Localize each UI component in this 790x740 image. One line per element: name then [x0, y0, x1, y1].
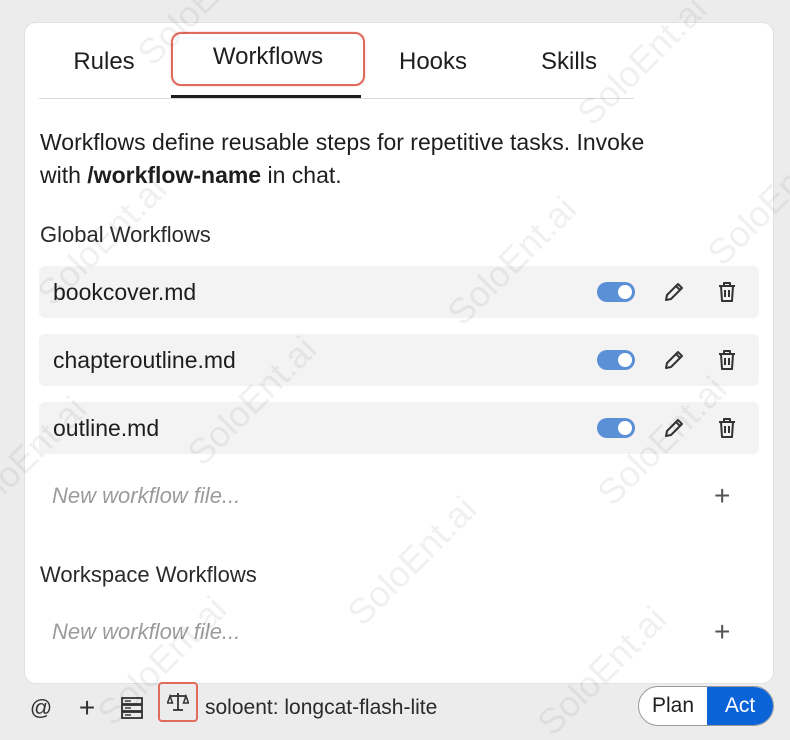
tab-rules[interactable]: Rules	[59, 40, 149, 84]
trash-icon[interactable]	[714, 415, 740, 441]
edit-icon[interactable]	[661, 279, 687, 305]
add-context-button[interactable]: +	[74, 693, 100, 723]
workflow-row: outline.md	[39, 402, 759, 454]
workspace-workflows-title: Workspace Workflows	[40, 562, 257, 587]
global-workflows-title: Global Workflows	[40, 222, 211, 247]
workflow-name: chapteroutline.md	[53, 347, 236, 373]
new-workspace-workflow-input[interactable]: New workflow file...	[52, 619, 240, 645]
new-global-workflow-input[interactable]: New workflow file...	[52, 483, 240, 509]
mention-button[interactable]: @	[28, 693, 54, 723]
tab-bar: Rules Workflows Hooks Skills	[39, 32, 634, 99]
model-selector[interactable]: soloent: longcat-flash-lite	[205, 693, 505, 723]
act-mode-button[interactable]: Act	[707, 687, 773, 725]
tab-workflows[interactable]: Workflows	[171, 32, 365, 86]
bottom-toolbar: @ + soloent: longcat-flash-lite Plan Act	[0, 682, 790, 740]
workflow-row: bookcover.md	[39, 266, 759, 318]
workflows-description: Workflows define reusable steps for repe…	[40, 126, 770, 192]
server-icon[interactable]	[118, 696, 146, 726]
active-tab-indicator	[171, 95, 361, 98]
workflow-command: /workflow-name	[87, 162, 262, 188]
workflow-toggle[interactable]	[597, 350, 635, 370]
tab-hooks[interactable]: Hooks	[389, 40, 477, 84]
workflow-row: chapteroutline.md	[39, 334, 759, 386]
description-line-1: Workflows define reusable steps for repe…	[40, 129, 645, 155]
workflow-toggle[interactable]	[597, 282, 635, 302]
plan-mode-button[interactable]: Plan	[639, 687, 707, 725]
tab-skills[interactable]: Skills	[529, 40, 609, 84]
trash-icon[interactable]	[714, 347, 740, 373]
add-workspace-workflow-button[interactable]: +	[714, 618, 730, 646]
edit-icon[interactable]	[661, 347, 687, 373]
workflow-name: bookcover.md	[53, 279, 197, 305]
trash-icon[interactable]	[714, 279, 740, 305]
scale-icon[interactable]	[158, 682, 198, 722]
workflow-toggle[interactable]	[597, 418, 635, 438]
description-prefix: with	[40, 162, 88, 188]
edit-icon[interactable]	[661, 415, 687, 441]
description-suffix: in chat.	[261, 162, 342, 188]
add-global-workflow-button[interactable]: +	[714, 482, 730, 510]
mode-switch: Plan Act	[638, 686, 774, 726]
workflow-name: outline.md	[53, 415, 160, 441]
